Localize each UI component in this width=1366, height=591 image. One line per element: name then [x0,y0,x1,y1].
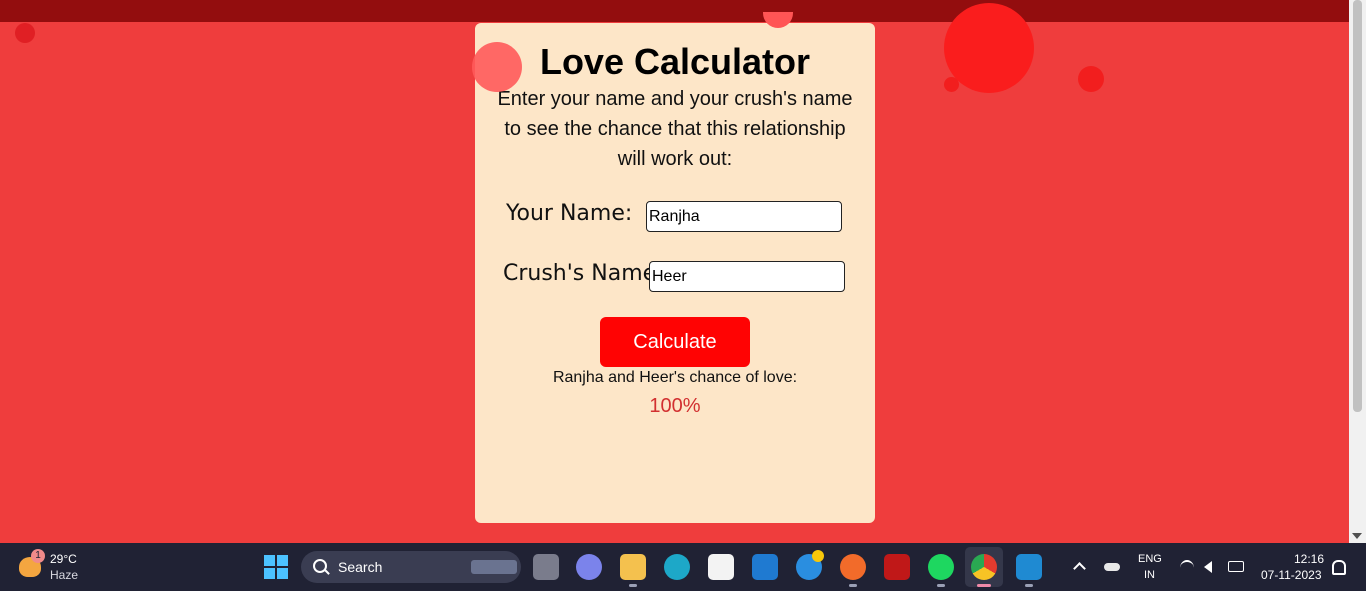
windows-taskbar: 1 29°C Haze Search ENG IN 12:16 07-11-20… [0,543,1366,591]
scroll-down-arrow-icon[interactable] [1352,533,1362,539]
result-percent: 100% [649,395,701,417]
windows-start-icon[interactable] [264,555,288,579]
search-highlight-image-icon [471,560,517,574]
page-title: Love Calculator [539,41,811,82]
battery-icon[interactable] [1228,561,1244,572]
search-label: Search [338,559,383,575]
mcafee-icon[interactable] [884,554,910,580]
vscode-icon[interactable] [1016,554,1042,580]
weather-temp: 29°C [50,552,77,566]
microsoft-store-icon[interactable] [708,554,734,580]
clock-date[interactable]: 07-11-2023 [1261,568,1322,582]
page-scrollbar[interactable] [1349,0,1366,543]
chrome-icon[interactable] [971,554,997,580]
weather-widget[interactable]: 1 29°C Haze [14,549,94,585]
your-name-label: Your Name: [506,201,633,226]
wifi-icon[interactable] [1180,560,1194,576]
description-text: Enter your name and your crush's name to… [497,88,853,170]
your-name-input[interactable] [646,201,842,232]
love-calculator-card: Love Calculator Enter your name and your… [475,23,875,523]
top-banner [0,0,1349,22]
calculate-button[interactable]: Calculate [600,317,750,367]
firefox-icon[interactable] [840,554,866,580]
bubble-decoration [1078,66,1104,92]
chevron-up-icon[interactable] [1073,562,1086,575]
spotify-icon[interactable] [928,554,954,580]
bubble-decoration [472,42,522,92]
bubble-decoration [15,23,35,43]
weather-badge: 1 [31,549,45,563]
file-explorer-icon[interactable] [620,554,646,580]
clock-time[interactable]: 12:16 [1294,552,1324,566]
language-top[interactable]: ENG [1138,553,1162,565]
help-notification-dot [812,550,824,562]
task-view-icon[interactable] [533,554,559,580]
onedrive-cloud-icon[interactable] [1104,563,1120,571]
teams-chat-icon[interactable] [576,554,602,580]
crush-name-label: Crush's Name: [503,261,664,286]
bubble-decoration [944,77,959,92]
language-bottom[interactable]: IN [1144,569,1155,581]
myhp-icon[interactable] [752,554,778,580]
notification-bell-icon[interactable] [1332,560,1346,575]
weather-desc: Haze [50,568,79,582]
taskbar-search[interactable]: Search [301,551,521,583]
edge-browser-icon[interactable] [664,554,690,580]
crush-name-input[interactable] [649,261,845,292]
scrollbar-thumb[interactable] [1353,0,1362,412]
speaker-icon[interactable] [1204,561,1212,573]
result-text: Ranjha and Heer's chance of love: [552,369,798,386]
